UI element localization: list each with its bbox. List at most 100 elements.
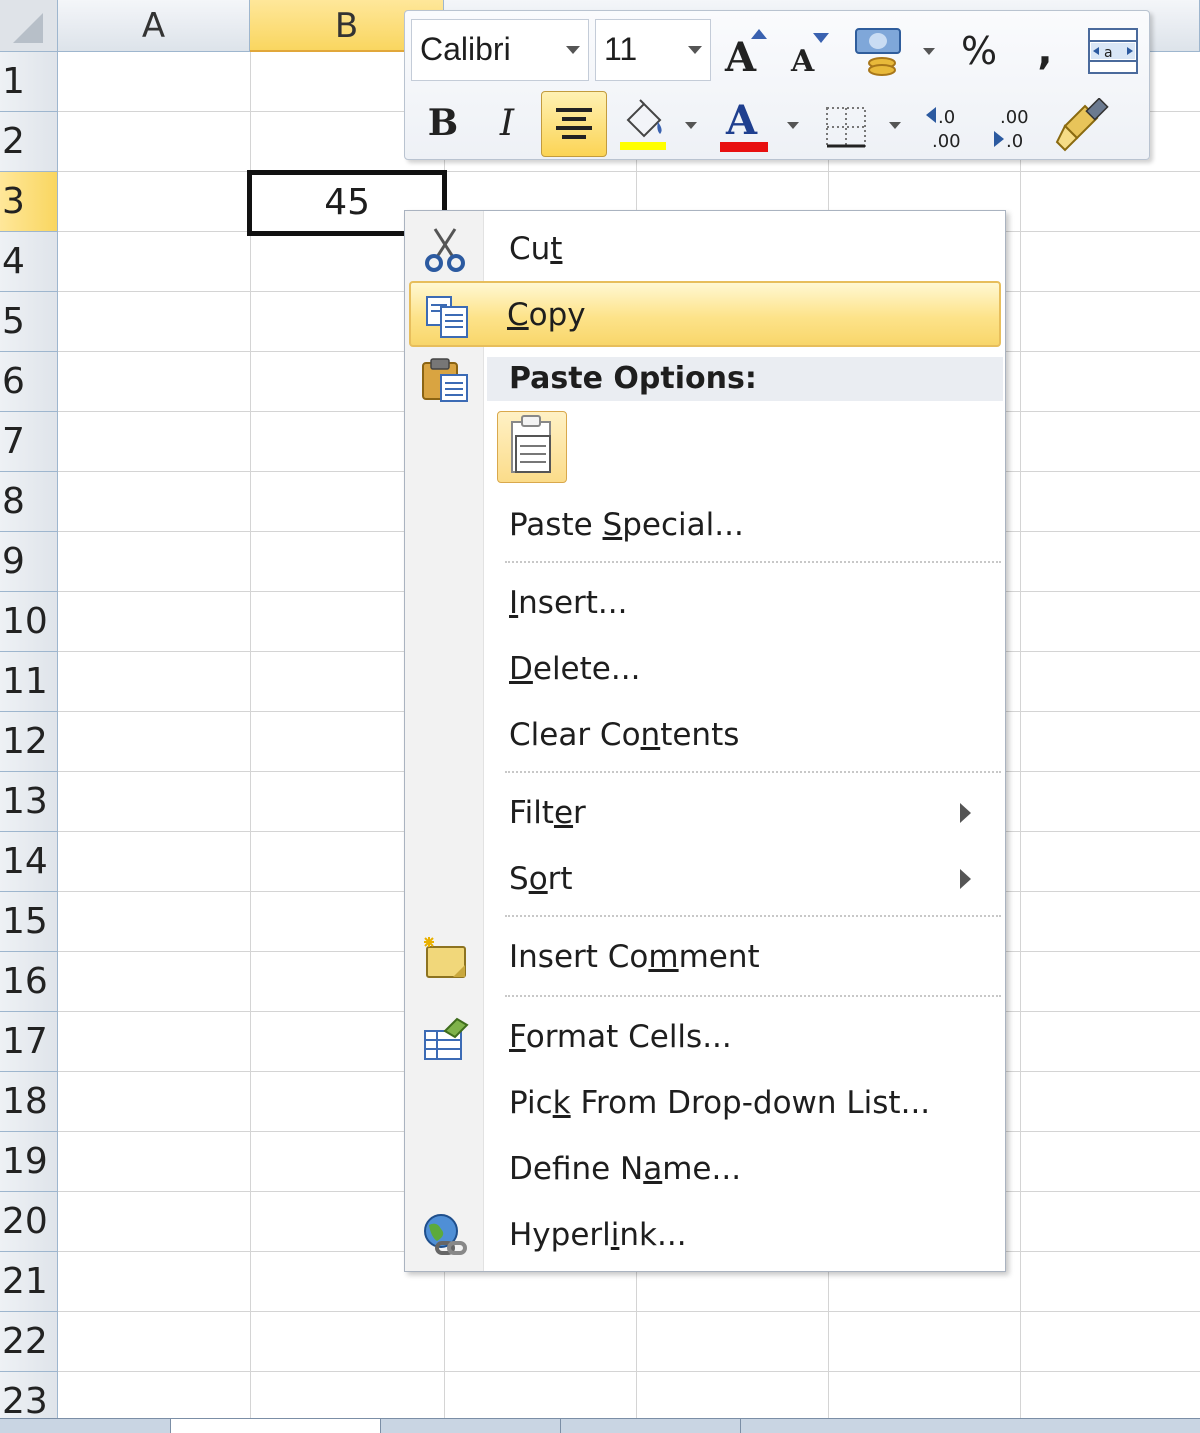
font-size-value: 11 [604, 31, 638, 67]
sheet-tab-active[interactable] [170, 1419, 381, 1433]
column-header-a[interactable]: A [58, 0, 250, 52]
accounting-format-button[interactable] [849, 21, 911, 81]
menu-item-pick-from-list[interactable]: Pick From Drop-down List... [409, 1071, 1001, 1135]
row-header-6[interactable]: 6 [0, 352, 58, 412]
increase-decimal-icon: .0 .00 [926, 107, 961, 152]
shrink-font-icon: A [790, 33, 829, 77]
borders-button[interactable] [821, 101, 871, 153]
bold-icon: B [427, 102, 459, 144]
grow-font-button[interactable]: A [721, 23, 775, 79]
increase-decimal-button[interactable]: .0 .00 [921, 99, 975, 155]
paste-options-header: Paste Options: [487, 357, 1003, 401]
menu-item-label: Define Name... [509, 1151, 742, 1187]
row-header-14[interactable]: 14 [0, 832, 58, 892]
menu-item-label: Hyperlink... [509, 1217, 687, 1253]
comment-icon [424, 937, 466, 978]
font-color-button[interactable]: A [717, 95, 771, 155]
row-header-5[interactable]: 5 [0, 292, 58, 352]
merge-center-icon: a [1088, 28, 1138, 74]
row-header-8[interactable]: 8 [0, 472, 58, 532]
accounting-dropdown[interactable] [917, 41, 941, 61]
chevron-down-icon [566, 46, 580, 54]
fill-color-dropdown[interactable] [679, 115, 703, 135]
row-header-9[interactable]: 9 [0, 532, 58, 592]
row-header-4[interactable]: 4 [0, 232, 58, 292]
italic-button[interactable]: I [481, 95, 533, 151]
format-painter-button[interactable] [1053, 95, 1111, 157]
grid-line [58, 1311, 1200, 1312]
menu-item-insert[interactable]: Insert... [409, 571, 1001, 635]
menu-item-define-name[interactable]: Define Name... [409, 1137, 1001, 1201]
menu-separator [505, 995, 1001, 997]
svg-text:A: A [790, 44, 815, 77]
font-color-dropdown[interactable] [781, 115, 805, 135]
menu-item-label: Paste Special... [509, 507, 744, 543]
paste-icon [511, 415, 551, 473]
grow-font-icon: A [724, 29, 767, 77]
row-header-10[interactable]: 10 [0, 592, 58, 652]
row-header-20[interactable]: 20 [0, 1192, 58, 1252]
accounting-money-icon [855, 28, 901, 76]
decrease-decimal-button[interactable]: .00 .0 [987, 99, 1041, 155]
row-header-22[interactable]: 22 [0, 1312, 58, 1372]
svg-text:a: a [1104, 45, 1113, 61]
decrease-decimal-icon: .00 .0 [994, 107, 1029, 152]
menu-item-clear-contents[interactable]: Clear Contents [409, 703, 1001, 767]
menu-item-format-cells[interactable]: Format Cells... [409, 1005, 1001, 1069]
grid-line [250, 52, 251, 1432]
sheet-tab[interactable] [380, 1419, 561, 1433]
row-header-13[interactable]: 13 [0, 772, 58, 832]
bold-button[interactable]: B [417, 95, 469, 151]
chevron-down-icon [889, 121, 901, 129]
borders-dropdown[interactable] [883, 115, 907, 135]
menu-item-hyperlink[interactable]: Hyperlink... [409, 1203, 1001, 1267]
menu-item-delete[interactable]: Delete... [409, 637, 1001, 701]
row-header-12[interactable]: 12 [0, 712, 58, 772]
grid-line [58, 1371, 1200, 1372]
row-header-18[interactable]: 18 [0, 1072, 58, 1132]
row-header-3[interactable]: 3 [0, 172, 58, 232]
font-color-icon: A [720, 97, 768, 152]
menu-item-filter[interactable]: Filter [409, 781, 1001, 845]
select-all-triangle-icon [13, 13, 43, 43]
menu-item-copy[interactable]: Copy [409, 281, 1001, 347]
chevron-down-icon [688, 46, 702, 54]
paste-option-button[interactable] [497, 411, 567, 483]
sheet-tab[interactable] [560, 1419, 741, 1433]
fill-color-bar [620, 142, 666, 150]
menu-item-paste-special[interactable]: Paste Special... [409, 493, 1001, 557]
select-all-corner[interactable] [0, 0, 58, 52]
font-name-combo[interactable]: Calibri [411, 19, 589, 81]
align-center-icon [556, 108, 592, 139]
row-header-21[interactable]: 21 [0, 1252, 58, 1312]
insert-sheet-tab[interactable] [740, 1419, 831, 1433]
comma-style-button[interactable]: , [1019, 25, 1071, 77]
row-header-2[interactable]: 2 [0, 112, 58, 172]
format-cells-icon [424, 1017, 469, 1060]
row-header-15[interactable]: 15 [0, 892, 58, 952]
menu-item-label: Copy [507, 297, 586, 333]
fill-color-button[interactable] [617, 97, 669, 153]
menu-item-cut[interactable]: Cut [409, 217, 1001, 281]
row-header-1[interactable]: 1 [0, 52, 58, 112]
merge-center-button[interactable]: a [1085, 23, 1141, 79]
menu-item-label: Sort [509, 861, 573, 897]
sheet-tab-bar[interactable] [0, 1418, 1200, 1433]
row-header-17[interactable]: 17 [0, 1012, 58, 1072]
row-header-7[interactable]: 7 [0, 412, 58, 472]
menu-item-insert-comment[interactable]: Insert Comment [409, 925, 1001, 989]
row-header-16[interactable]: 16 [0, 952, 58, 1012]
menu-item-label: Clear Contents [509, 717, 740, 753]
font-color-bar [720, 142, 768, 152]
menu-item-label: Cut [509, 231, 563, 267]
menu-item-sort[interactable]: Sort [409, 847, 1001, 911]
svg-text:.0: .0 [1006, 131, 1023, 152]
submenu-arrow-icon [960, 869, 971, 889]
percent-icon: % [960, 29, 998, 73]
row-header-11[interactable]: 11 [0, 652, 58, 712]
percent-style-button[interactable]: % [951, 25, 1007, 77]
shrink-font-button[interactable]: A [785, 25, 835, 79]
align-center-button[interactable] [541, 91, 607, 157]
row-header-19[interactable]: 19 [0, 1132, 58, 1192]
font-size-combo[interactable]: 11 [595, 19, 711, 81]
